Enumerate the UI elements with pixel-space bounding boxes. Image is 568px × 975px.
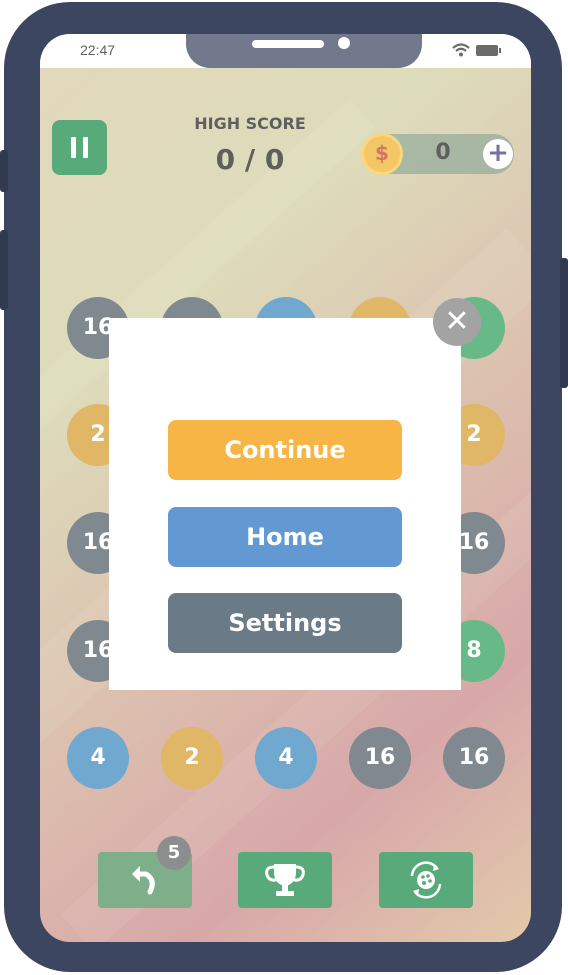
side-button-left-1 bbox=[0, 150, 8, 192]
side-button-right bbox=[560, 258, 568, 388]
side-button-left-2 bbox=[0, 230, 8, 310]
close-icon: ✕ bbox=[444, 304, 470, 339]
close-dialog-button[interactable]: ✕ bbox=[433, 298, 481, 346]
continue-button[interactable]: Continue bbox=[168, 420, 402, 480]
home-button[interactable]: Home bbox=[168, 507, 402, 567]
settings-button[interactable]: Settings bbox=[168, 593, 402, 653]
